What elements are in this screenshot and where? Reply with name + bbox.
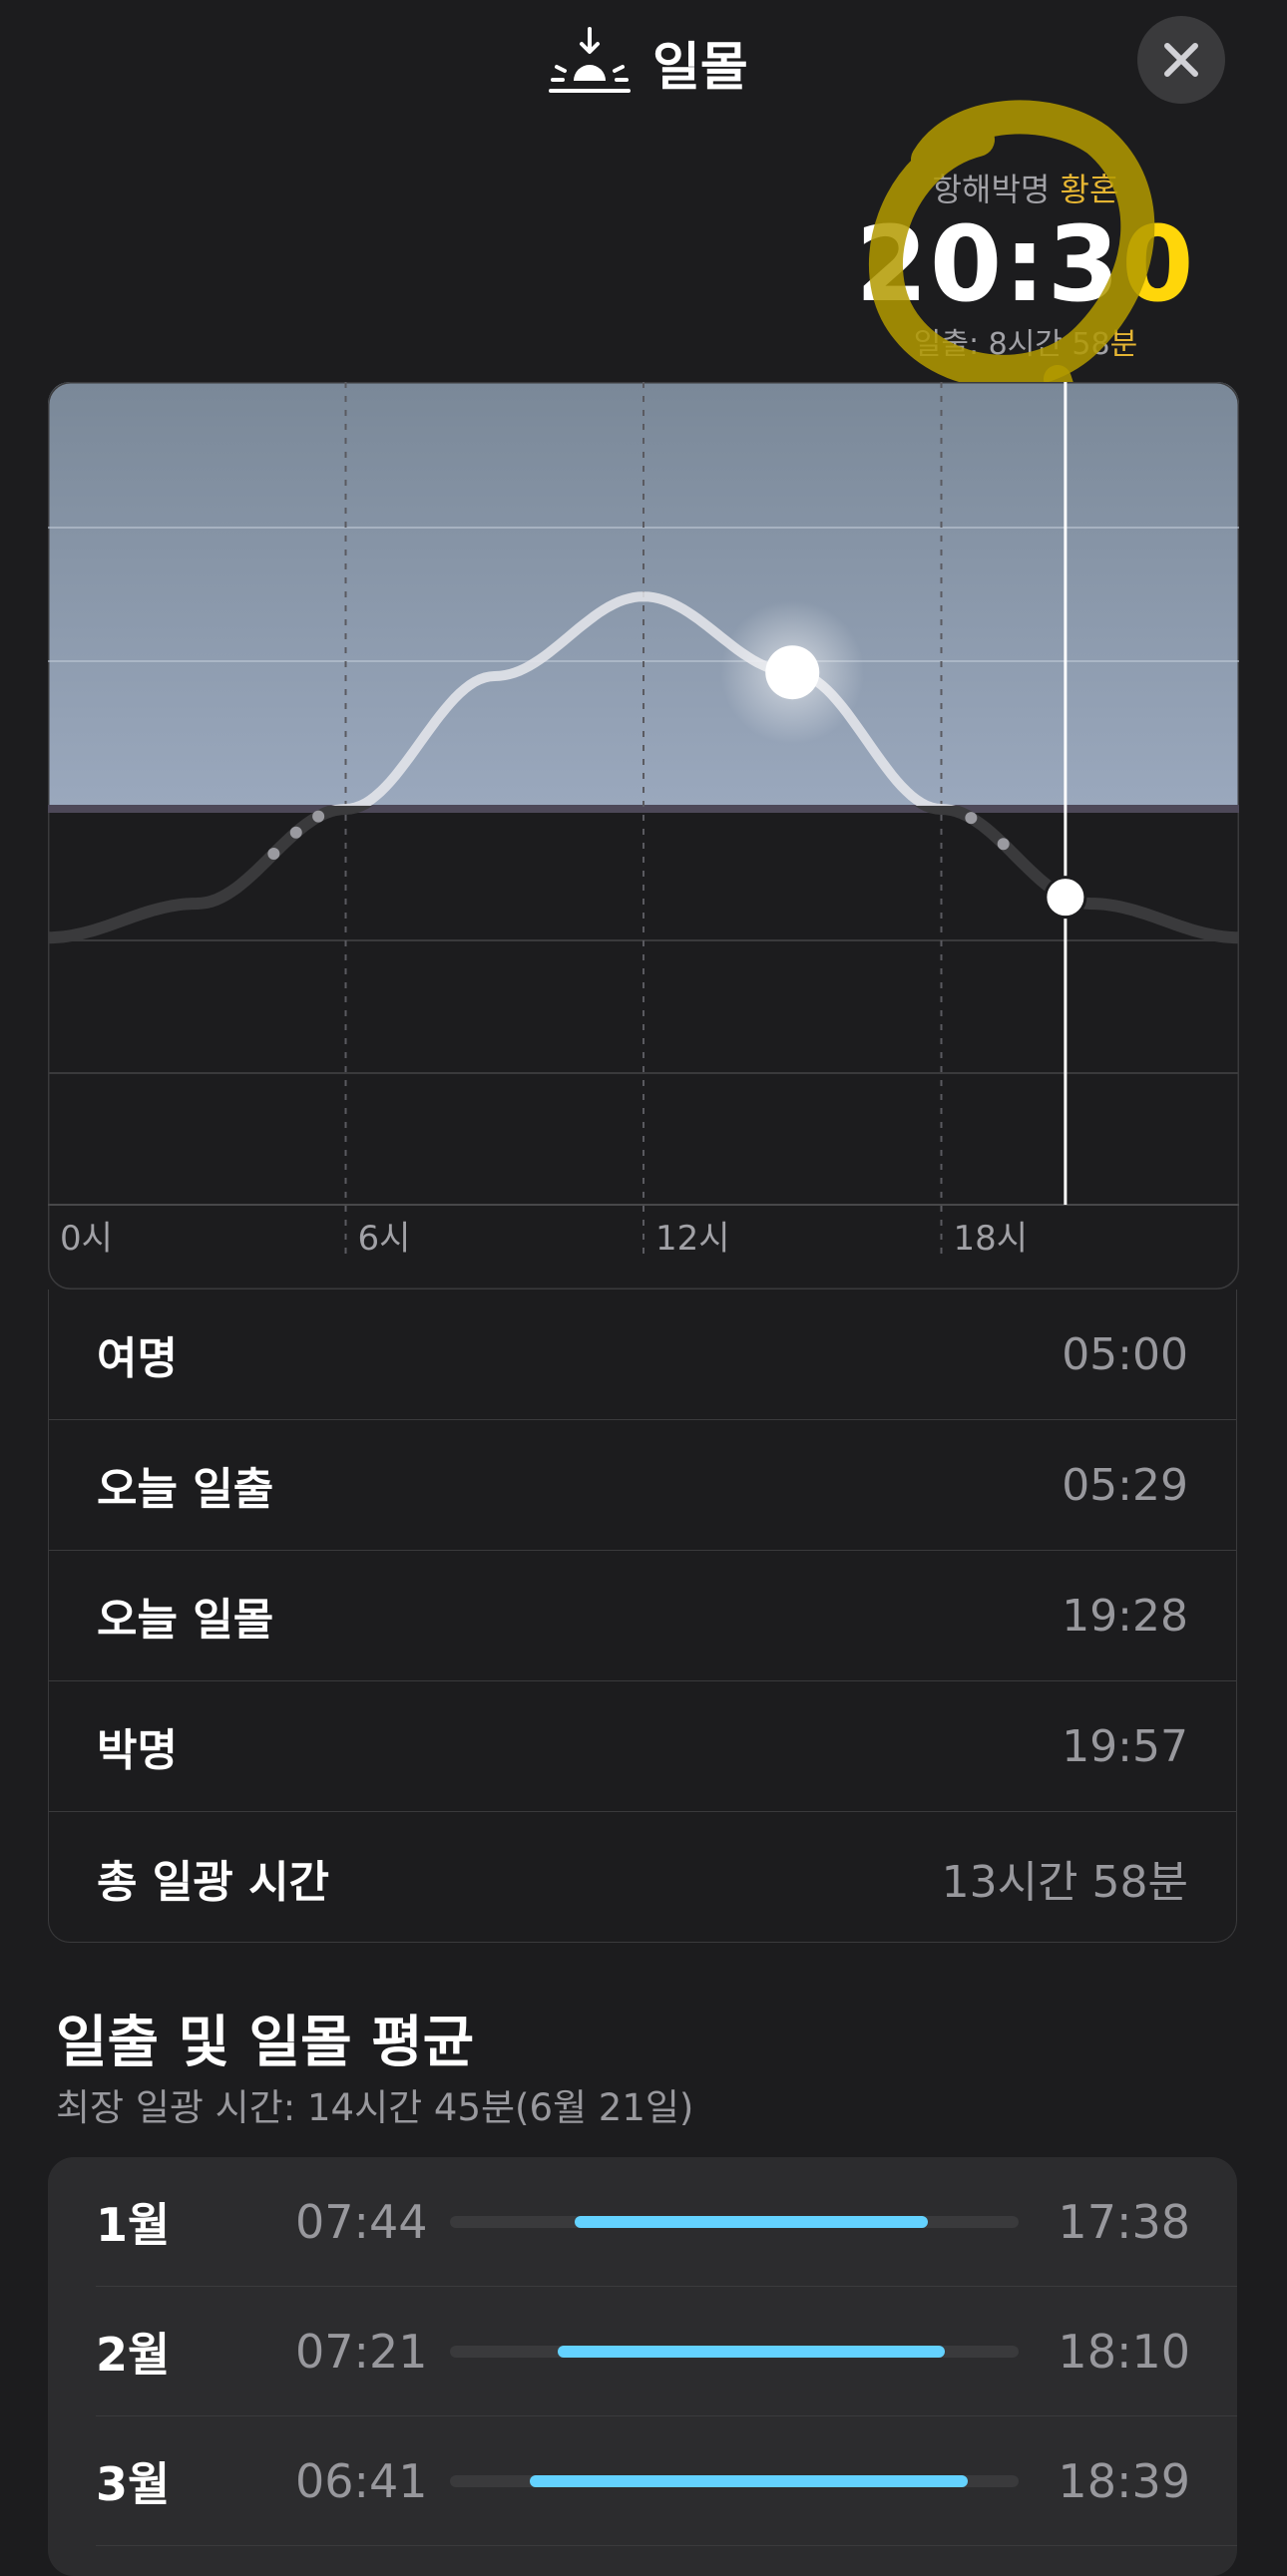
time-cursor-handle[interactable]	[1044, 876, 1087, 920]
page-title: 일몰	[652, 37, 748, 98]
x-tick-label: 6시	[358, 1219, 411, 1259]
month-sunset: 17:38	[1058, 2194, 1190, 2249]
daylight-bar	[558, 2345, 945, 2358]
month-label: 1월	[96, 2197, 171, 2252]
detail-value: 05:29	[1062, 1459, 1188, 1511]
month-label: 3월	[96, 2456, 171, 2511]
daylight-bar-track	[450, 2345, 1019, 2358]
x-tick-label: 0시	[60, 1219, 113, 1259]
twilight-dot	[997, 838, 1010, 851]
sun-times-table: 여명 05:00 오늘 일출 05:29 오늘 일몰 19:28 박명 19:57 총 일광 시…	[48, 1289, 1237, 1943]
close-icon	[1164, 43, 1198, 77]
month-sunrise: 07:44	[295, 2194, 428, 2249]
detail-row: 오늘 일몰 19:28	[49, 1551, 1236, 1681]
detail-name: 여명	[97, 1333, 178, 1384]
daylight-bar-track	[450, 2474, 1019, 2487]
detail-name: 박명	[97, 1725, 178, 1776]
detail-value: 19:57	[1062, 1720, 1188, 1772]
detail-row: 박명 19:57	[49, 1681, 1236, 1812]
title-group: 일몰	[549, 22, 748, 102]
detail-name: 오늘 일출	[97, 1464, 274, 1515]
month-row: 3월 06:41 18:39	[96, 2416, 1237, 2546]
detail-name: 총 일광 시간	[97, 1856, 330, 1908]
monthly-averages-card: 1월 07:44 17:38 2월 07:21 18:10 3월 06:41 18:39	[48, 2157, 1237, 2576]
sun-icon	[765, 645, 820, 700]
twilight-dot	[289, 826, 302, 839]
averages-subtitle: 최장 일광 시간: 14시간 45분(6월 21일)	[56, 2086, 694, 2129]
sun-elevation-chart[interactable]: 0시 6시 12시 18시	[48, 382, 1239, 1289]
month-sunset: 18:39	[1058, 2453, 1190, 2508]
twilight-dot	[312, 810, 325, 823]
month-sunrise: 06:41	[295, 2453, 428, 2508]
month-label: 2월	[96, 2327, 171, 2382]
sunset-icon	[549, 27, 631, 93]
detail-value: 19:28	[1062, 1590, 1188, 1642]
averages-title: 일출 및 일몰 평균	[56, 2011, 475, 2075]
month-sunset: 18:10	[1058, 2324, 1190, 2379]
detail-row: 오늘 일출 05:29	[49, 1420, 1236, 1551]
x-axis-labels: 0시 6시 12시 18시	[60, 1219, 1028, 1259]
twilight-dot	[267, 848, 280, 861]
x-tick-label: 12시	[655, 1219, 730, 1259]
month-row: 2월 07:21 18:10	[96, 2287, 1237, 2416]
detail-row: 여명 05:00	[49, 1289, 1236, 1420]
night-region	[48, 806, 1239, 1205]
daylight-bar	[575, 2215, 928, 2228]
detail-name: 오늘 일몰	[97, 1595, 274, 1646]
month-sunrise: 07:21	[295, 2324, 428, 2379]
daylight-bar	[529, 2474, 968, 2487]
twilight-dot	[965, 812, 978, 825]
close-button[interactable]	[1137, 16, 1225, 104]
detail-row: 총 일광 시간 13시간 58분	[49, 1812, 1236, 1943]
detail-value: 05:00	[1062, 1328, 1188, 1380]
detail-value: 13시간 58분	[941, 1856, 1188, 1908]
daylight-bar-track	[450, 2215, 1019, 2228]
month-row: 1월 07:44 17:38	[96, 2157, 1237, 2287]
x-tick-label: 18시	[954, 1219, 1029, 1259]
